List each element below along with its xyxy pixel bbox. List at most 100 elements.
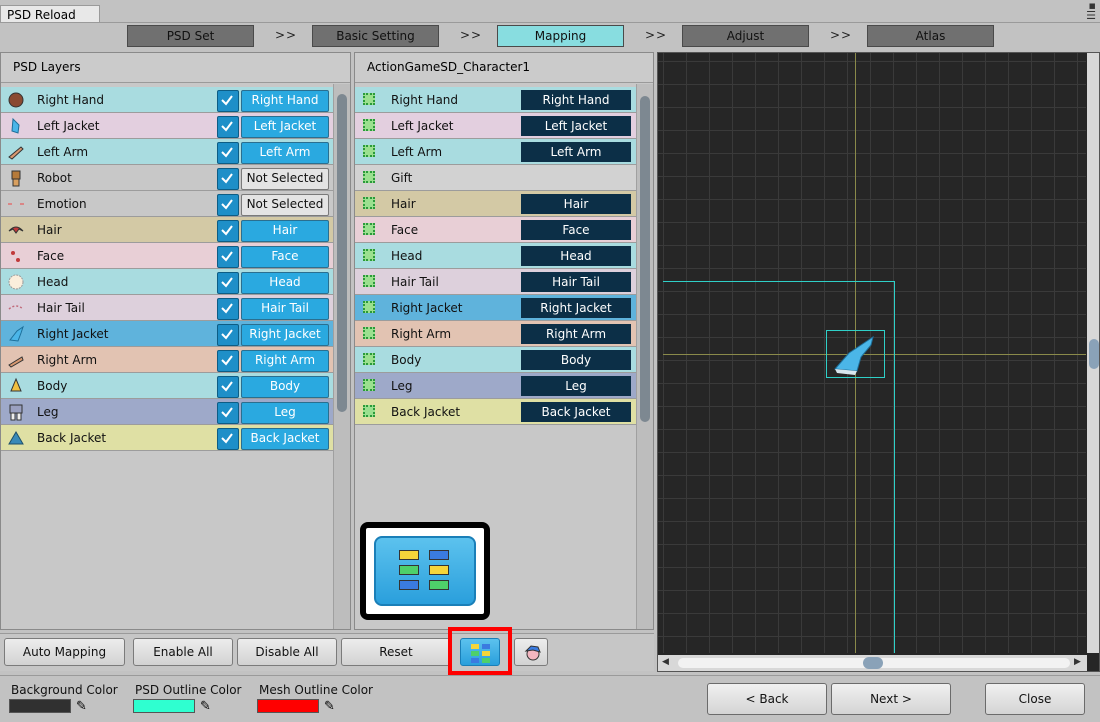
layer-mapping-select[interactable]: Leg: [241, 402, 329, 424]
mesh-layer-row[interactable]: Right Jacket Right Jacket: [355, 295, 637, 321]
layer-mapping-select[interactable]: Head: [241, 272, 329, 294]
canvas-vscroll-thumb[interactable]: [1089, 339, 1099, 369]
psd-layer-row[interactable]: Hair Hair: [1, 217, 334, 243]
layer-enabled-checkbox[interactable]: [217, 142, 239, 164]
psd-layer-row[interactable]: Leg Leg: [1, 399, 334, 425]
canvas-horizontal-scrollbar[interactable]: ◀ ▶: [658, 655, 1087, 671]
step-separator: >>: [275, 28, 298, 42]
mesh-layer-row[interactable]: Hair Hair: [355, 191, 637, 217]
scroll-right-icon[interactable]: ▶: [1074, 657, 1081, 667]
psd-layer-row[interactable]: Emotion Not Selected: [1, 191, 334, 217]
character-preview-button[interactable]: [514, 638, 548, 666]
psd-layer-row[interactable]: Face Face: [1, 243, 334, 269]
auto-mapping-button[interactable]: Auto Mapping: [4, 638, 125, 666]
character-head-icon: [524, 645, 541, 661]
step-tab-adjust[interactable]: Adjust: [682, 25, 809, 47]
canvas-vertical-scrollbar[interactable]: [1087, 53, 1099, 653]
layer-enabled-checkbox[interactable]: [217, 116, 239, 138]
mesh-layer-row[interactable]: Back Jacket Back Jacket: [355, 399, 637, 425]
mesh-mapped-layer: Face: [521, 220, 631, 240]
layer-enabled-checkbox[interactable]: [217, 168, 239, 190]
psd-outline-color-label: PSD Outline Color: [135, 683, 242, 697]
layer-enabled-checkbox[interactable]: [217, 272, 239, 294]
layer-mapping-select[interactable]: Not Selected: [241, 168, 329, 190]
mesh-part-name: Back Jacket: [391, 405, 461, 419]
step-tab-basic-setting[interactable]: Basic Setting: [312, 25, 439, 47]
window-menu-icon[interactable]: ▪ ☰: [1086, 0, 1096, 21]
psd-layer-row[interactable]: Left Jacket Left Jacket: [1, 113, 334, 139]
mesh-scroll-thumb[interactable]: [640, 96, 650, 422]
disable-all-button[interactable]: Disable All: [237, 638, 337, 666]
psd-layer-row[interactable]: Right Hand Right Hand: [1, 87, 334, 113]
back-button[interactable]: < Back: [707, 683, 827, 715]
canvas-hscroll-thumb[interactable]: [863, 657, 883, 669]
layer-enabled-checkbox[interactable]: [217, 324, 239, 346]
psd-layer-row[interactable]: Left Arm Left Arm: [1, 139, 334, 165]
layer-enabled-checkbox[interactable]: [217, 298, 239, 320]
mesh-outline-color-label: Mesh Outline Color: [259, 683, 373, 697]
mapping-layout-button[interactable]: [460, 638, 500, 666]
mesh-layer-row[interactable]: Left Jacket Left Jacket: [355, 113, 637, 139]
layer-mapping-select[interactable]: Hair Tail: [241, 298, 329, 320]
step-tab-atlas[interactable]: Atlas: [867, 25, 994, 47]
layer-mapping-select[interactable]: Back Jacket: [241, 428, 329, 450]
scroll-left-icon[interactable]: ◀: [662, 657, 669, 667]
psd-layers-scrollbar[interactable]: [333, 84, 350, 629]
psd-layer-row[interactable]: Back Jacket Back Jacket: [1, 425, 334, 451]
layer-mapping-select[interactable]: Hair: [241, 220, 329, 242]
emotion-icon: [7, 195, 25, 213]
psd-layers-scroll-thumb[interactable]: [337, 94, 347, 412]
checkmark-icon: [221, 147, 233, 158]
layer-mapping-select[interactable]: Not Selected: [241, 194, 329, 216]
layer-enabled-checkbox[interactable]: [217, 376, 239, 398]
checkmark-icon: [221, 433, 233, 444]
mesh-layer-row[interactable]: Right Hand Right Hand: [355, 87, 637, 113]
layer-mapping-select[interactable]: Right Arm: [241, 350, 329, 372]
preview-canvas[interactable]: ◀ ▶: [657, 52, 1100, 672]
psd-layer-row[interactable]: Right Arm Right Arm: [1, 347, 334, 373]
mesh-outline-color-swatch[interactable]: [257, 699, 319, 713]
psd-layer-name: Robot: [37, 171, 72, 185]
next-button[interactable]: Next >: [831, 683, 951, 715]
mesh-mapped-layer: Leg: [521, 376, 631, 396]
layer-enabled-checkbox[interactable]: [217, 194, 239, 216]
layer-enabled-checkbox[interactable]: [217, 220, 239, 242]
layer-enabled-checkbox[interactable]: [217, 90, 239, 112]
mesh-scrollbar[interactable]: [636, 84, 653, 629]
background-color-eyedropper-icon[interactable]: ✎: [76, 699, 87, 714]
layer-mapping-select[interactable]: Left Jacket: [241, 116, 329, 138]
mesh-layer-row[interactable]: Leg Leg: [355, 373, 637, 399]
layer-enabled-checkbox[interactable]: [217, 246, 239, 268]
psd-layer-row[interactable]: Right Jacket Right Jacket: [1, 321, 334, 347]
mesh-layer-row[interactable]: Right Arm Right Arm: [355, 321, 637, 347]
layer-mapping-select[interactable]: Left Arm: [241, 142, 329, 164]
layer-enabled-checkbox[interactable]: [217, 350, 239, 372]
step-tab-mapping[interactable]: Mapping: [497, 25, 624, 47]
layer-enabled-checkbox[interactable]: [217, 402, 239, 424]
background-color-swatch[interactable]: [9, 699, 71, 713]
psd-outline-color-swatch[interactable]: [133, 699, 195, 713]
mesh-layer-row[interactable]: Head Head: [355, 243, 637, 269]
layer-enabled-checkbox[interactable]: [217, 428, 239, 450]
layer-mapping-select[interactable]: Right Hand: [241, 90, 329, 112]
psd-layer-row[interactable]: Hair Tail Hair Tail: [1, 295, 334, 321]
window-title-tab[interactable]: PSD Reload: [0, 5, 100, 23]
psd-outline-eyedropper-icon[interactable]: ✎: [200, 699, 211, 714]
enable-all-button[interactable]: Enable All: [133, 638, 233, 666]
mesh-layer-row[interactable]: Face Face: [355, 217, 637, 243]
layer-mapping-select[interactable]: Face: [241, 246, 329, 268]
close-button[interactable]: Close: [985, 683, 1085, 715]
mesh-layer-row[interactable]: Left Arm Left Arm: [355, 139, 637, 165]
mesh-layer-row[interactable]: Gift: [355, 165, 637, 191]
mesh-layer-row[interactable]: Hair Tail Hair Tail: [355, 269, 637, 295]
step-tab-psd-set[interactable]: PSD Set: [127, 25, 254, 47]
back-jacket-icon: [7, 429, 25, 447]
psd-layer-row[interactable]: Head Head: [1, 269, 334, 295]
psd-layer-row[interactable]: Body Body: [1, 373, 334, 399]
layer-mapping-select[interactable]: Body: [241, 376, 329, 398]
psd-layer-row[interactable]: Robot Not Selected: [1, 165, 334, 191]
mesh-layer-row[interactable]: Body Body: [355, 347, 637, 373]
layer-mapping-select[interactable]: Right Jacket: [241, 324, 329, 346]
mesh-outline-eyedropper-icon[interactable]: ✎: [324, 699, 335, 714]
reset-button[interactable]: Reset: [341, 638, 451, 666]
